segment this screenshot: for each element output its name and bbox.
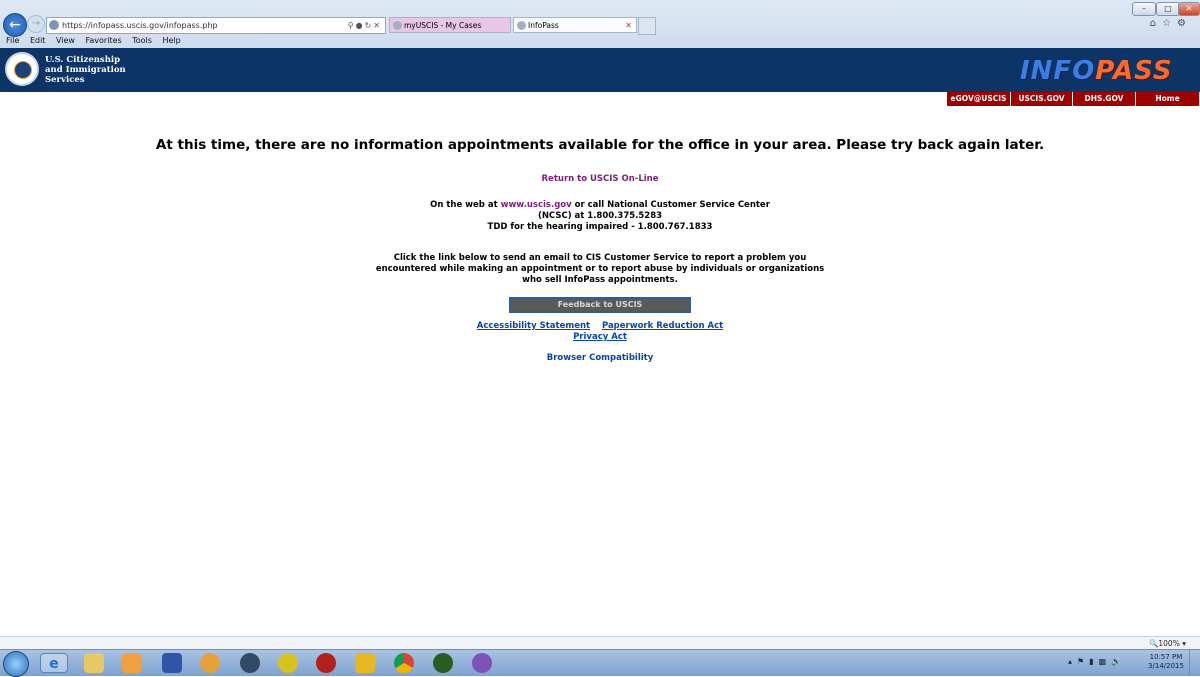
internet-explorer-taskbar-icon[interactable]: e [40, 653, 68, 673]
site-icon [49, 20, 59, 30]
tab-label: myUSCIS - My Cases [404, 21, 482, 30]
ie-icon: e [49, 656, 59, 672]
new-tab-button[interactable] [638, 17, 656, 35]
logo-pass-text: PASS [1095, 56, 1173, 86]
footer-links: Accessibility Statement Paperwork Reduct… [0, 321, 1200, 343]
report-line-3: who sell InfoPass appointments. [522, 274, 678, 285]
main-content: At this time, there are no information a… [0, 136, 1200, 363]
close-icon[interactable]: ✕ [373, 21, 382, 30]
menu-file[interactable]: File [6, 36, 19, 45]
report-line-1: Click the link below to send an email to… [393, 253, 807, 263]
chrome-icon[interactable] [394, 653, 414, 673]
file-explorer-icon[interactable] [84, 653, 104, 673]
tray-expand-icon[interactable]: ▴ [1068, 657, 1077, 666]
tab-infopass[interactable]: InfoPass ✕ [513, 17, 637, 33]
refresh-icon[interactable]: ↻ [365, 21, 374, 30]
clock-date: 3/14/2015 [1148, 662, 1184, 670]
windows-taskbar: e ▴⚑▮▩🔊 10:57 PM 3/14/2015 [0, 649, 1200, 677]
network-app-icon[interactable] [240, 653, 260, 673]
volume-icon[interactable]: 🔊 [1111, 657, 1126, 666]
flag-icon[interactable]: ⚑ [1077, 657, 1089, 666]
tab-favicon [517, 21, 526, 30]
zoom-level: 100% [1158, 639, 1180, 648]
red-circle-app-icon[interactable] [316, 653, 336, 673]
system-tray: ▴⚑▮▩🔊 [1068, 657, 1126, 666]
agency-line-1: U.S. Citizenship [45, 55, 121, 65]
accessibility-statement-link[interactable]: Accessibility Statement [477, 321, 590, 331]
taskbar-clock[interactable]: 10:57 PM 3/14/2015 [1146, 653, 1186, 671]
infopass-logo: INFOPASS [1020, 54, 1196, 88]
favorites-star-icon[interactable]: ☆ [1162, 18, 1177, 29]
paperwork-reduction-act-link[interactable]: Paperwork Reduction Act [602, 321, 723, 331]
lock-icon[interactable]: ● [356, 21, 365, 30]
report-instructions: Click the link below to send an email to… [0, 253, 1200, 285]
tripadvisor-icon[interactable] [433, 653, 453, 673]
search-icon[interactable]: ⚲ [348, 21, 356, 30]
report-line-2: encountered while making an appointment … [375, 263, 825, 274]
tab-favicon [393, 21, 402, 30]
start-button[interactable] [3, 651, 29, 677]
footer-links-row-1: Accessibility Statement Paperwork Reduct… [0, 321, 1200, 332]
menu-help[interactable]: Help [162, 36, 180, 45]
ncsc-line: (NCSC) at 1.800.375.5283 [537, 210, 663, 221]
privacy-act-link[interactable]: Privacy Act [573, 332, 627, 342]
browser-chrome: ← → https://infopass.uscis.gov/infopass.… [0, 0, 1200, 49]
agency-line-3: Services [45, 75, 85, 85]
shield-app-icon[interactable] [162, 653, 182, 673]
menu-bar: File Edit View Favorites Tools Help [0, 34, 1200, 47]
return-to-uscis-link[interactable]: Return to USCIS On-Line [542, 174, 659, 184]
browser-compatibility-link[interactable]: Browser Compatibility [547, 353, 654, 363]
address-url[interactable]: https://infopass.uscis.gov/infopass.php [62, 18, 218, 33]
media-player-icon[interactable] [122, 653, 142, 673]
browser-compat-row: Browser Compatibility [0, 353, 1200, 363]
nav-dhs-gov[interactable]: DHS.GOV [1072, 92, 1135, 106]
battery-icon[interactable]: ▮ [1089, 657, 1098, 666]
forward-button[interactable]: → [27, 15, 45, 33]
tab-label: InfoPass [528, 21, 559, 30]
browser-toolbar-icons: ⌂☆⚙ [1150, 18, 1192, 29]
tdd-line: TDD for the hearing impaired - 1.800.767… [487, 221, 713, 232]
nav-home[interactable]: Home [1135, 92, 1199, 106]
radiation-app-icon[interactable] [278, 653, 298, 673]
tab-close-icon[interactable]: ✕ [625, 18, 632, 34]
viber-icon[interactable] [472, 653, 492, 673]
clock-time: 10:57 PM [1149, 653, 1183, 661]
settings-gear-icon[interactable]: ⚙ [1177, 18, 1192, 29]
dhs-seal-logo [5, 52, 39, 86]
address-bar[interactable]: https://infopass.uscis.gov/infopass.php … [46, 17, 386, 34]
back-arrow-icon: ← [9, 17, 21, 33]
footer-links-row-2: Privacy Act [0, 332, 1200, 343]
tab-mycases[interactable]: myUSCIS - My Cases [389, 17, 511, 33]
agency-name: U.S. Citizenship and Immigration Service… [45, 55, 126, 85]
agency-line-2: and Immigration [45, 65, 126, 75]
no-appointments-message: At this time, there are no information a… [155, 137, 1045, 153]
puzzle-app-icon[interactable] [355, 653, 375, 673]
menu-view[interactable]: View [56, 36, 75, 45]
nav-uscis-gov[interactable]: USCIS.GOV [1010, 92, 1072, 106]
uscis-website-link[interactable]: www.uscis.gov [501, 200, 572, 210]
top-nav: eGOV@USCIS USCIS.GOV DHS.GOV Home [946, 92, 1199, 106]
maximize-button[interactable]: □ [1156, 2, 1180, 16]
address-tools[interactable]: ⚲●↻✕ [348, 18, 382, 33]
web-prefix: On the web at [430, 200, 501, 210]
menu-edit[interactable]: Edit [30, 36, 46, 45]
return-link-row: Return to USCIS On-Line [0, 174, 1200, 184]
contact-info: On the web at www.uscis.gov or call Nati… [0, 200, 1200, 232]
logo-info-text: INFO [1020, 56, 1096, 86]
web-suffix: or call National Customer Service Center [571, 200, 770, 210]
show-desktop-button[interactable] [1189, 650, 1200, 676]
zoom-icon: 🔍 [1149, 639, 1159, 648]
home-icon[interactable]: ⌂ [1150, 18, 1162, 29]
bird-app-icon[interactable] [200, 653, 220, 673]
minimize-button[interactable]: – [1132, 2, 1156, 16]
close-window-button[interactable]: ✕ [1178, 2, 1200, 16]
status-bar: 🔍100% ▾ [0, 636, 1200, 650]
menu-favorites[interactable]: Favorites [86, 36, 122, 45]
nav-egov[interactable]: eGOV@USCIS [946, 92, 1010, 106]
network-signal-icon[interactable]: ▩ [1099, 657, 1112, 666]
menu-tools[interactable]: Tools [132, 36, 152, 45]
forward-arrow-icon: → [31, 18, 41, 29]
feedback-button[interactable]: Feedback to USCIS [509, 297, 691, 313]
web-line: On the web at www.uscis.gov or call Nati… [0, 200, 1200, 211]
